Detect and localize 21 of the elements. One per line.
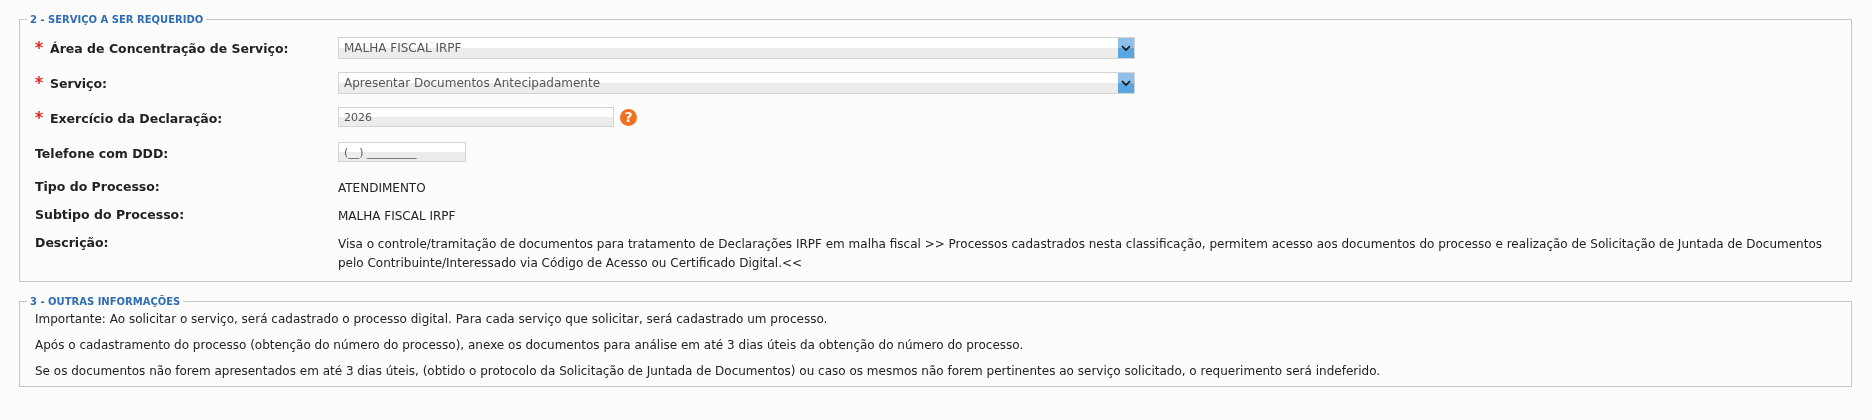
info-paragraph: Importante: Ao solicitar o serviço, será cadastrado o processo digital. Para cada serviço que solicitar, será cadastrado um processo. — [35, 311, 829, 328]
field-label: Área de Concentração de Serviço: — [50, 41, 289, 56]
chevron-down-icon — [1121, 44, 1131, 52]
info-paragraph: Se os documentos não forem apresentados em até 3 dias úteis, (obtido o protocolo da Solicitação de Juntada de Documentos) ou caso os mesmos não forem pertinentes ao serviço solicitado, o requerimento será indeferido. — [35, 363, 1382, 380]
field-label: Serviço: — [50, 76, 108, 91]
field-label: Subtipo do Processo: — [35, 207, 185, 222]
dropdown[interactable]: MALHA FISCAL IRPF — [338, 37, 1135, 59]
field-value: ATENDIMENTO — [338, 180, 426, 197]
section-title: 3 - OUTRAS INFORMAÇÕES — [29, 296, 182, 307]
field-label: Descrição: — [35, 235, 109, 250]
dropdown[interactable]: Apresentar Documentos Antecipadamente — [338, 72, 1135, 94]
field-value: Visa o controle/tramitação de documentos para tratamento de Declarações IRPF em malha fiscal >> Processos cadastrados nesta classificação, permitem acesso aos documentos do processo e realização de Solicitação de Juntada de Documentos pelo Contribuinte/Interessado via Código de Acesso ou Certificado Digital.<< — [338, 236, 1824, 272]
info-paragraph: Após o cadastramento do processo (obtenção do número do processo), anexe os documentos para análise em até 3 dias úteis da obtenção do número do processo. — [35, 337, 1025, 354]
field-value: MALHA FISCAL IRPF — [338, 208, 456, 225]
input-field[interactable]: 2026 — [338, 107, 614, 127]
chevron-down-icon — [1121, 79, 1131, 87]
field-label: Exercício da Declaração: — [50, 111, 223, 126]
field-label: Telefone com DDD: — [35, 146, 169, 161]
field-label: Tipo do Processo: — [35, 179, 160, 194]
section-title: 2 - SERVIÇO A SER REQUERIDO — [29, 14, 205, 25]
phone-field[interactable]: (__) _________ — [338, 142, 466, 162]
